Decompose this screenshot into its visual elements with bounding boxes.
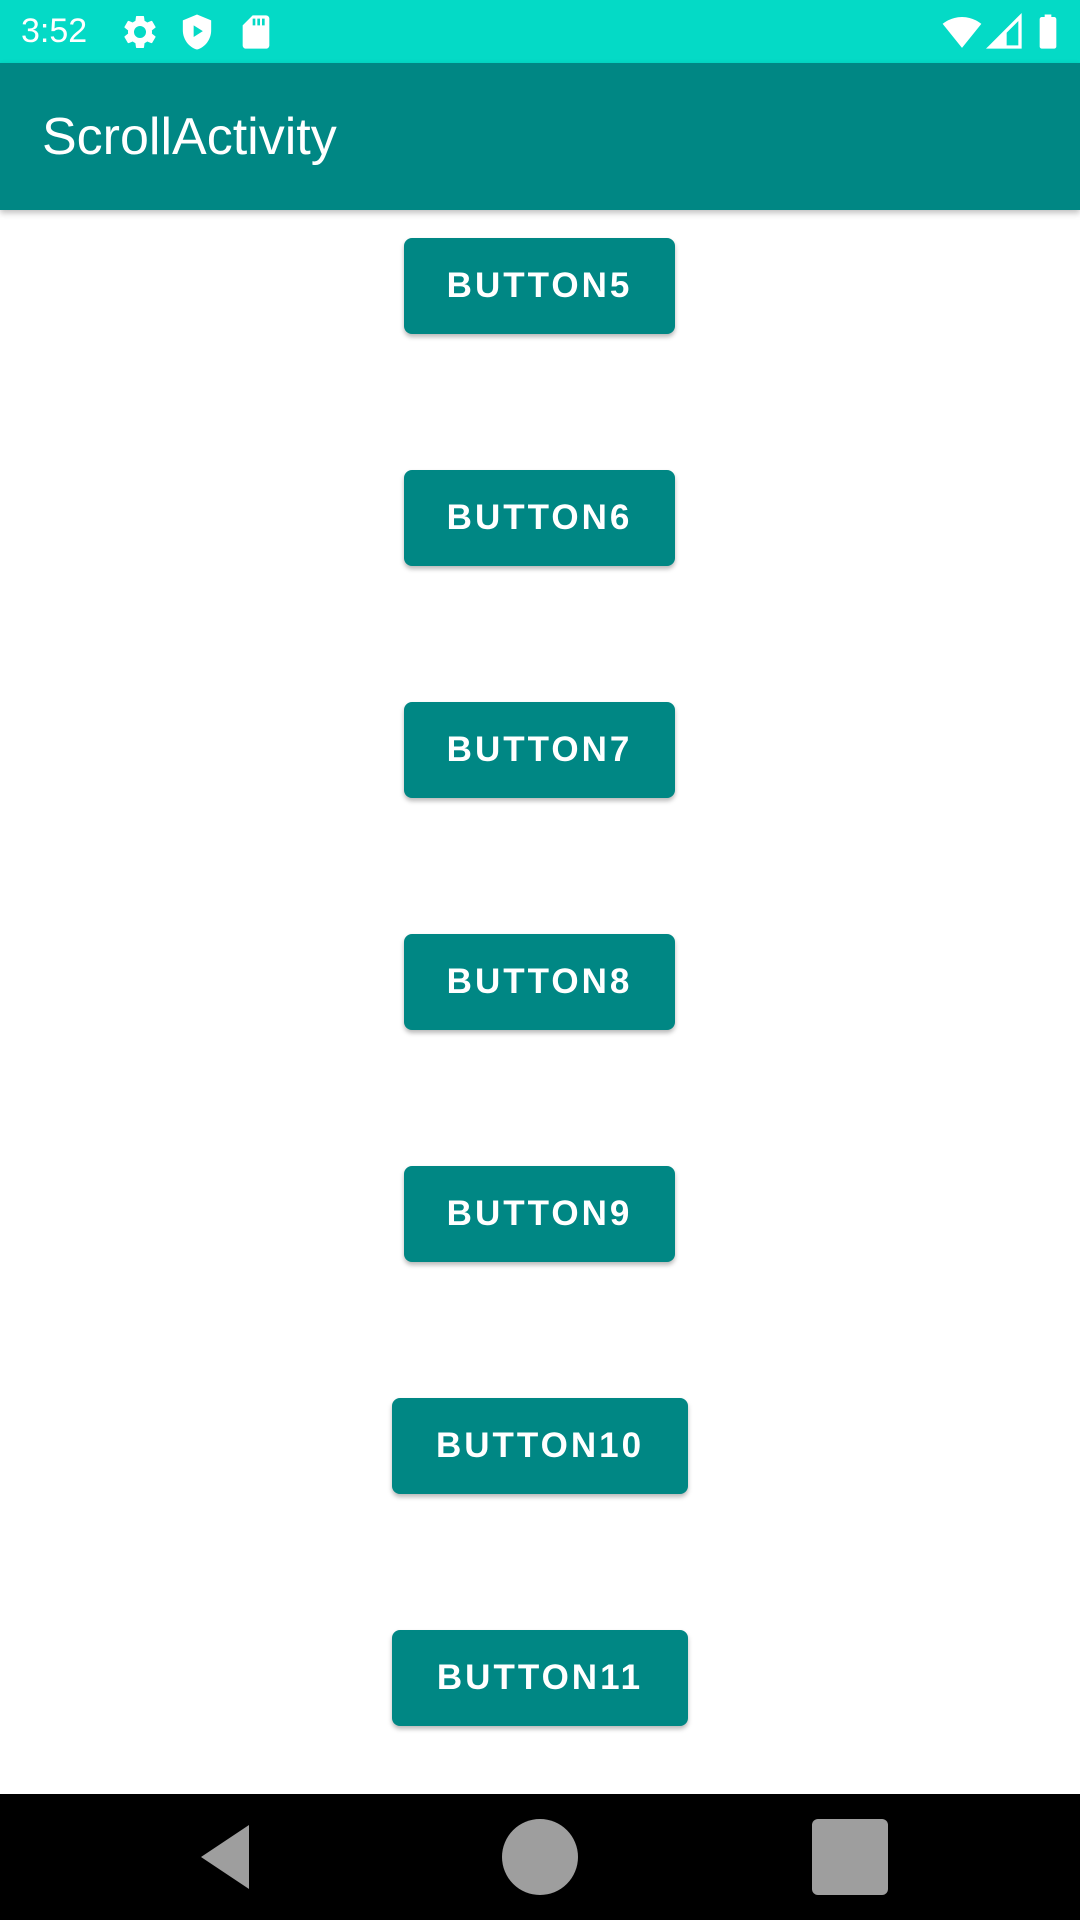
page-title: ScrollActivity bbox=[42, 108, 337, 166]
battery-icon bbox=[1039, 14, 1057, 49]
button7[interactable]: BUTTON7 bbox=[404, 702, 675, 798]
button6[interactable]: BUTTON6 bbox=[404, 470, 675, 566]
sd-card-icon bbox=[242, 15, 270, 49]
status-time: 3:52 bbox=[21, 12, 88, 50]
button8[interactable]: BUTTON8 bbox=[404, 934, 675, 1030]
wifi-icon bbox=[942, 17, 982, 48]
home-icon[interactable] bbox=[500, 1817, 580, 1897]
settings-icon bbox=[124, 15, 156, 48]
status-bar: 3:52 bbox=[0, 0, 1080, 63]
navigation-bar bbox=[0, 1794, 1080, 1920]
recents-icon[interactable] bbox=[810, 1817, 890, 1897]
back-icon[interactable] bbox=[185, 1817, 265, 1897]
app-bar: ScrollActivity bbox=[0, 63, 1080, 210]
button10[interactable]: BUTTON10 bbox=[392, 1398, 688, 1494]
cell-signal-icon bbox=[985, 12, 1022, 49]
scroll-content[interactable]: BUTTON5 BUTTON6 BUTTON7 BUTTON8 BUTTON9 … bbox=[0, 210, 1080, 1794]
button11[interactable]: BUTTON11 bbox=[392, 1630, 688, 1726]
play-protect-icon bbox=[182, 14, 212, 50]
button5[interactable]: BUTTON5 bbox=[404, 238, 675, 334]
button9[interactable]: BUTTON9 bbox=[404, 1166, 675, 1262]
